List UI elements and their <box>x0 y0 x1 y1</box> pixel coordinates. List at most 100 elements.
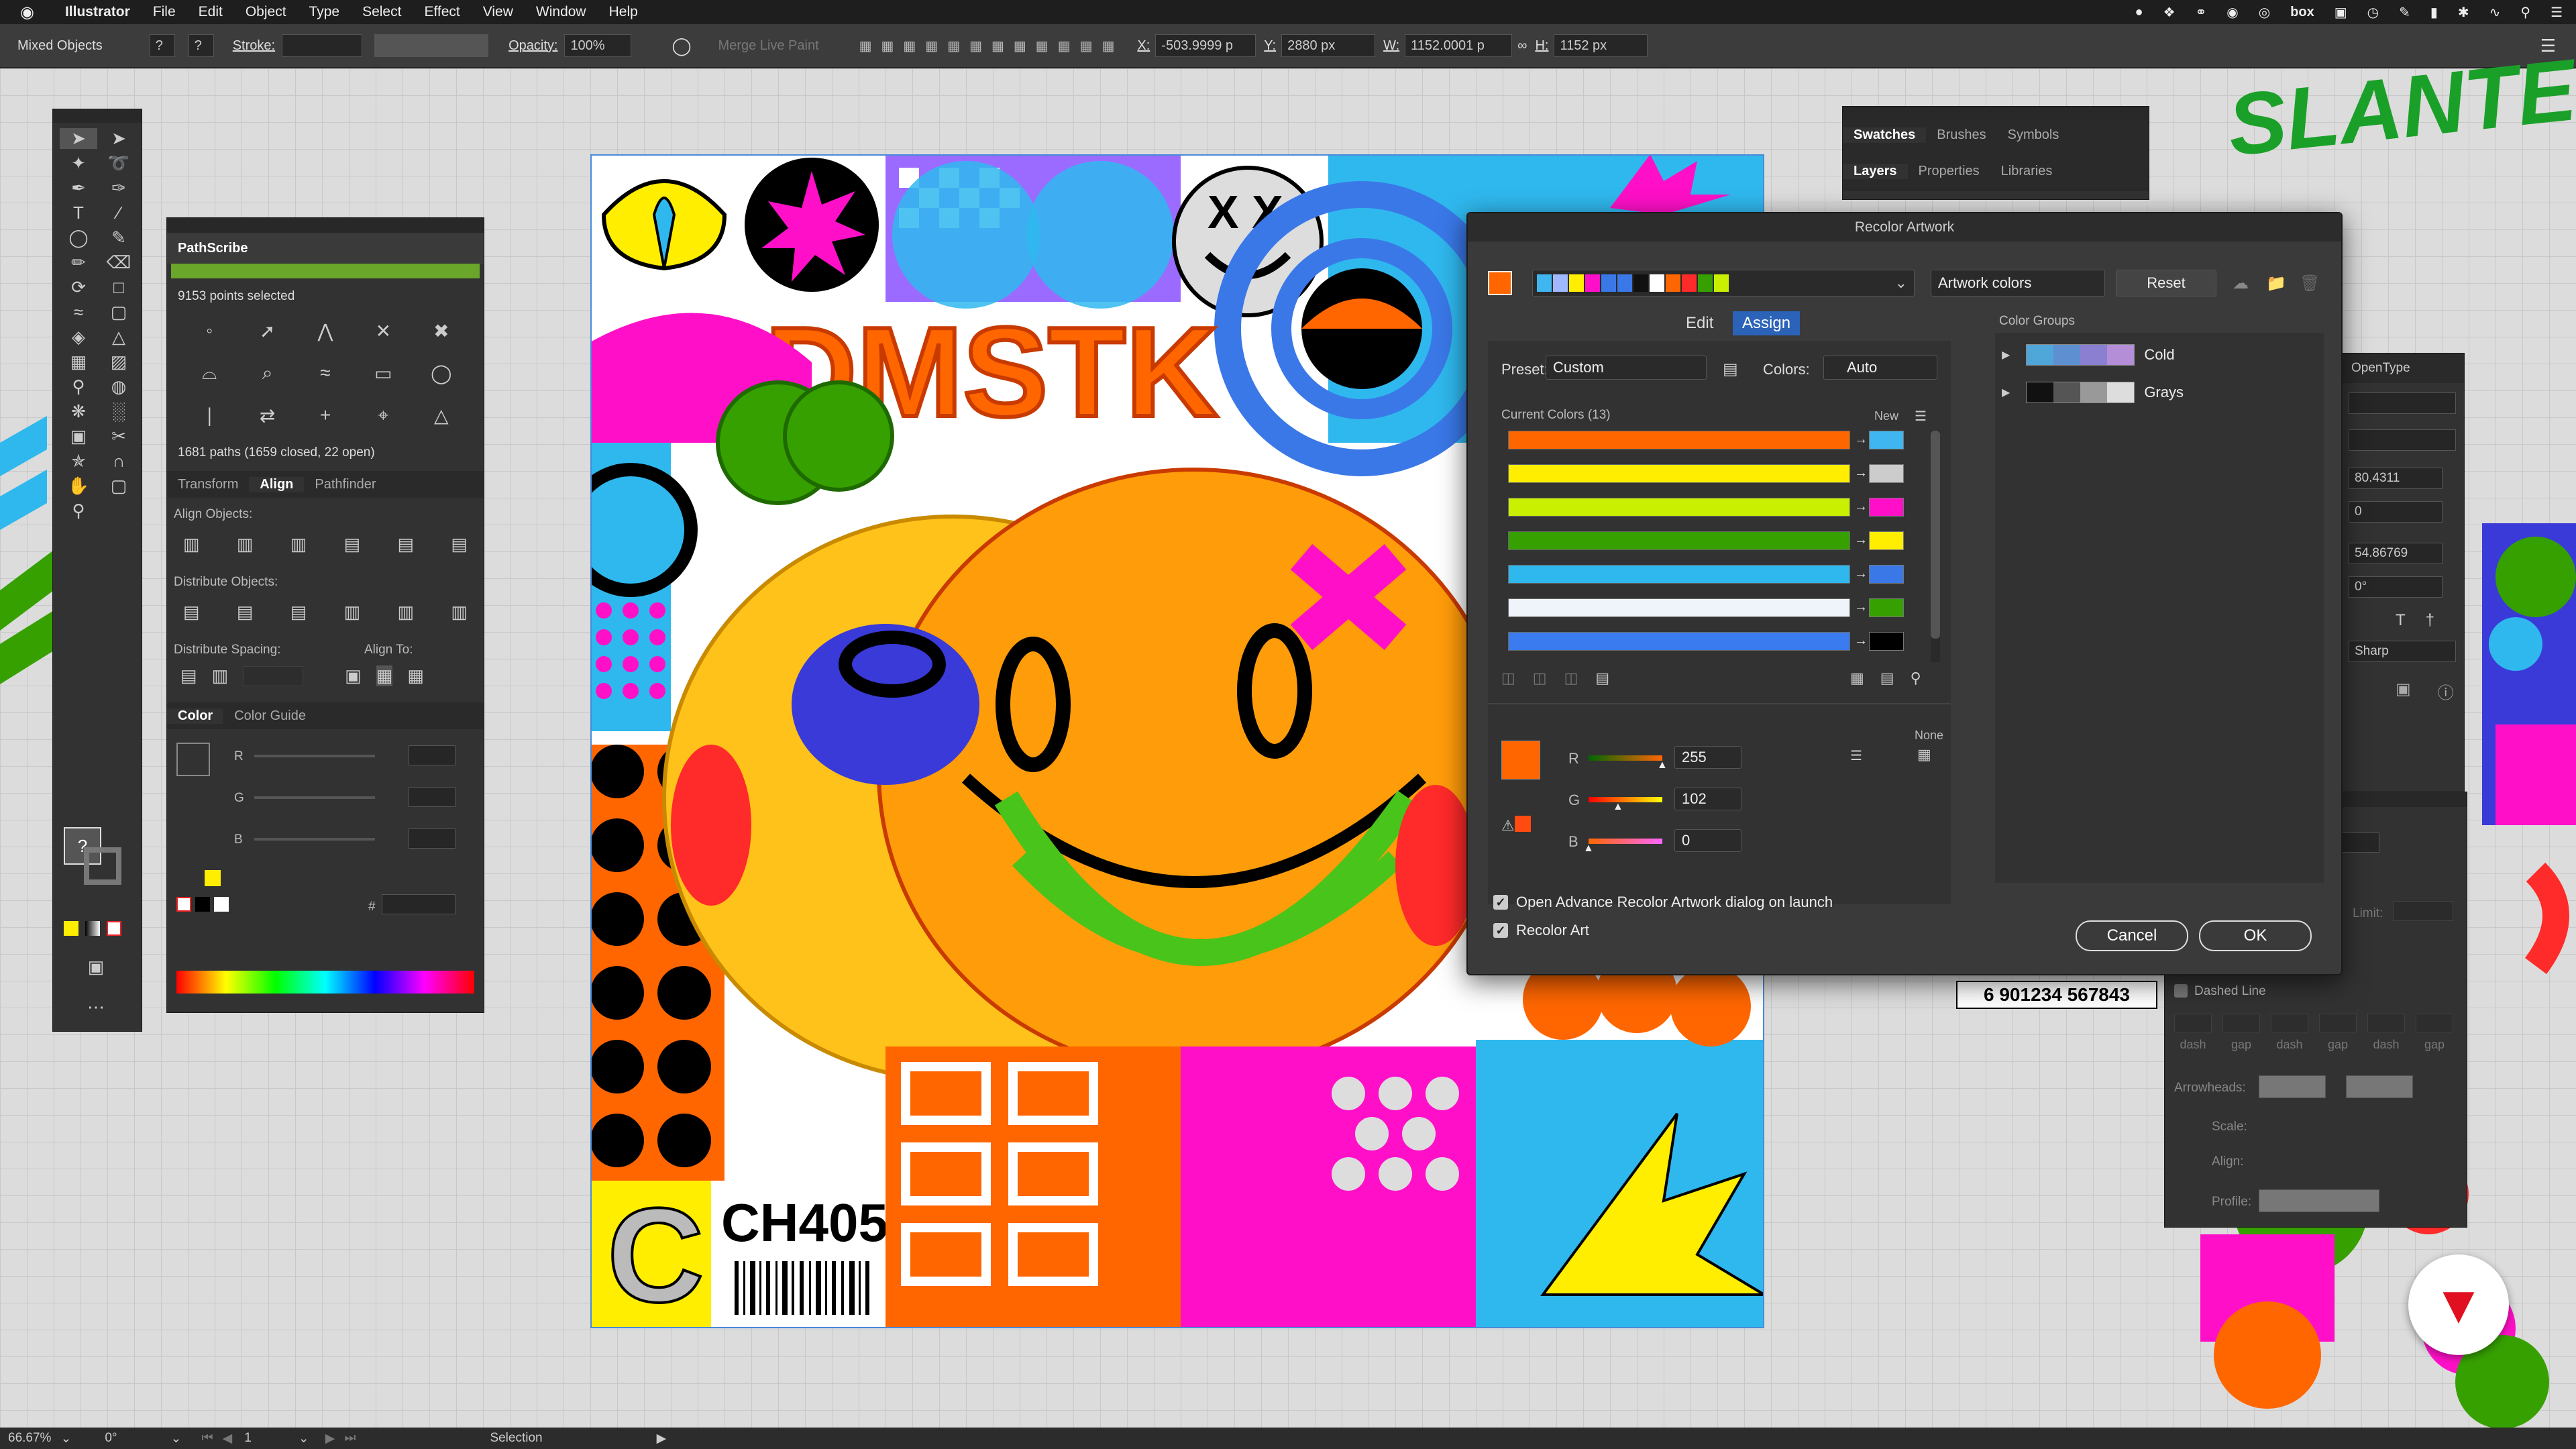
menu-help[interactable]: Help <box>609 4 638 20</box>
color-mode-menu-icon[interactable]: ☰ <box>1850 747 1862 764</box>
menu-select[interactable]: Select <box>362 4 401 20</box>
new-row-icon[interactable]: ▤ <box>1595 669 1609 687</box>
new-group-folder-icon[interactable]: 📁 <box>2266 274 2286 293</box>
tab-pathfinder[interactable]: Pathfinder <box>304 477 386 492</box>
hex-field[interactable] <box>382 894 455 914</box>
free-transform-tool-icon[interactable]: ▢ <box>100 302 138 323</box>
bluetooth-icon[interactable]: ✱ <box>2458 4 2469 21</box>
color-rows[interactable]: → → → → → → → <box>1508 431 1924 665</box>
harmony-swatch[interactable] <box>1666 274 1680 292</box>
tab-color-guide[interactable]: Color Guide <box>223 708 317 724</box>
open-advance-checkbox[interactable]: ✓ <box>1493 895 1508 910</box>
status-arrow-icon[interactable]: ▶ <box>657 1431 667 1446</box>
r-slider-thumb[interactable]: ▲ <box>1657 759 1668 771</box>
artwork-colors-field[interactable]: Artwork colors <box>1931 270 2105 297</box>
ps-tool-11-icon[interactable]: ∣ <box>180 405 238 427</box>
h-field[interactable]: 1152 px <box>1554 34 1648 57</box>
harmony-swatch[interactable] <box>1569 274 1584 292</box>
opacity-label[interactable]: Opacity: <box>508 38 557 54</box>
expand-grays-icon[interactable]: ▶ <box>2002 386 2010 399</box>
b-slider-thumb[interactable]: ▲ <box>1583 843 1594 855</box>
color-mode-icon[interactable] <box>64 921 78 936</box>
save-group-icon[interactable]: ☁ <box>2233 274 2249 293</box>
dist-space-h-icon[interactable]: ▥ <box>212 665 229 686</box>
gap-field-1[interactable] <box>2222 1014 2260 1032</box>
color-row[interactable]: → <box>1508 464 1924 484</box>
line-tool-icon[interactable]: ∕ <box>100 203 138 223</box>
preset-options-icon[interactable]: ▤ <box>1723 360 1738 379</box>
current-color-bar[interactable] <box>1508 464 1850 483</box>
dash-field-2[interactable] <box>2271 1014 2308 1032</box>
magic-wand-tool-icon[interactable]: ✦ <box>60 153 97 174</box>
last-artboard-icon[interactable]: ⏭ <box>344 1431 356 1446</box>
profile-dropdown[interactable] <box>2259 1189 2379 1212</box>
type-icon-1[interactable]: T <box>2396 611 2406 630</box>
align-vcenter-icon[interactable]: ▤ <box>398 534 415 555</box>
ps-tool-10-icon[interactable]: ◯ <box>413 362 470 384</box>
ps-tool-2-icon[interactable]: ➚ <box>238 320 296 342</box>
fill-swatch[interactable]: ? <box>149 34 175 57</box>
menu-edit[interactable]: Edit <box>199 4 223 20</box>
stroke-swatch[interactable]: ? <box>188 34 214 57</box>
next-artboard-icon[interactable]: ▶ <box>325 1431 335 1446</box>
sync-icon[interactable]: ◎ <box>2259 4 2270 21</box>
preset-dropdown[interactable]: Custom <box>1546 356 1707 380</box>
eraser-tool-icon[interactable]: ⌫ <box>100 252 138 273</box>
curvature-tool-icon[interactable]: ✑ <box>100 178 138 199</box>
align-left-icon[interactable]: ▥ <box>183 534 200 555</box>
dist-right-icon[interactable]: ▥ <box>451 602 468 623</box>
harmony-swatch[interactable] <box>1617 274 1632 292</box>
ps-tool-6-icon[interactable]: ⌓ <box>180 362 238 384</box>
eyedropper-tool-icon[interactable]: ⚲ <box>60 376 97 397</box>
limit-field[interactable] <box>2393 901 2453 921</box>
assign-arrow-icon[interactable]: → <box>1854 499 1868 515</box>
tab-properties[interactable]: Properties <box>1908 164 1990 179</box>
menu-file[interactable]: File <box>153 4 176 20</box>
sharp-dropdown[interactable]: Sharp <box>2349 641 2456 662</box>
tab-symbols[interactable]: Symbols <box>1997 127 2070 143</box>
dist-top-icon[interactable]: ▤ <box>183 602 200 623</box>
artboard-dropdown-icon[interactable]: ⌄ <box>299 1431 309 1446</box>
gradient-mode-icon[interactable] <box>85 921 100 936</box>
gap-field-2[interactable] <box>2319 1014 2357 1032</box>
exclude-colors-icon[interactable]: ◫ <box>1564 669 1578 687</box>
align-right-icon[interactable]: ▥ <box>290 534 307 555</box>
dist-left-icon[interactable]: ▥ <box>344 602 361 623</box>
shape-builder-tool-icon[interactable]: ◈ <box>60 327 97 347</box>
type-tool-icon[interactable]: T <box>60 203 97 223</box>
rotation-dropdown-icon[interactable]: ⌄ <box>171 1431 182 1446</box>
none-swatch-icon[interactable] <box>176 897 191 912</box>
paintbrush-tool-icon[interactable]: ✏ <box>60 252 97 273</box>
recolor-icon[interactable]: ◯ <box>672 36 691 56</box>
harmony-swatch[interactable] <box>1698 274 1713 292</box>
randomize-saturation-icon[interactable]: ▤ <box>1880 669 1894 687</box>
record-icon[interactable]: ● <box>2135 5 2143 20</box>
color-last-used-swatch[interactable] <box>205 870 221 886</box>
opentype-field-3[interactable]: 54.86769 <box>2349 543 2443 564</box>
battery-icon[interactable]: ▮ <box>2430 4 2438 21</box>
zoom-dropdown-icon[interactable]: ⌄ <box>60 1431 71 1446</box>
assign-arrow-icon[interactable]: → <box>1854 533 1868 548</box>
align-to-key-object-icon[interactable]: ▦ <box>376 665 393 686</box>
harmony-swatch[interactable] <box>1682 274 1697 292</box>
harmony-swatch[interactable] <box>1601 274 1616 292</box>
new-color-swatch[interactable] <box>1869 632 1904 651</box>
stroke-swatch-icon[interactable] <box>84 847 121 885</box>
b-slider[interactable]: ▲ <box>1583 839 1662 854</box>
direct-selection-tool-icon[interactable]: ➤ <box>100 128 138 149</box>
current-color-bar[interactable] <box>1508 498 1850 517</box>
align-hcenter-icon[interactable]: ▥ <box>237 534 254 555</box>
hand-tool-icon[interactable]: ✋ <box>60 476 97 496</box>
search-icon[interactable]: ⚲ <box>2520 4 2530 21</box>
randomize-order-icon[interactable]: ▦ <box>1850 669 1864 687</box>
w-field[interactable]: 1152.0001 p <box>1405 34 1513 57</box>
scale-tool-icon[interactable]: □ <box>100 277 138 298</box>
dash-field-3[interactable] <box>2367 1014 2405 1032</box>
align-to-artboard-icon[interactable]: ▦ <box>407 665 424 686</box>
harmony-dropdown-icon[interactable]: ⌄ <box>1895 274 1907 292</box>
stroke-label[interactable]: Stroke: <box>233 38 275 54</box>
new-color-swatch[interactable] <box>1869 464 1904 483</box>
rows-scrollbar[interactable] <box>1931 431 1940 662</box>
zoom-tool-icon[interactable]: ⚲ <box>60 500 97 521</box>
puppet-warp-tool-icon[interactable]: ✯ <box>60 451 97 472</box>
